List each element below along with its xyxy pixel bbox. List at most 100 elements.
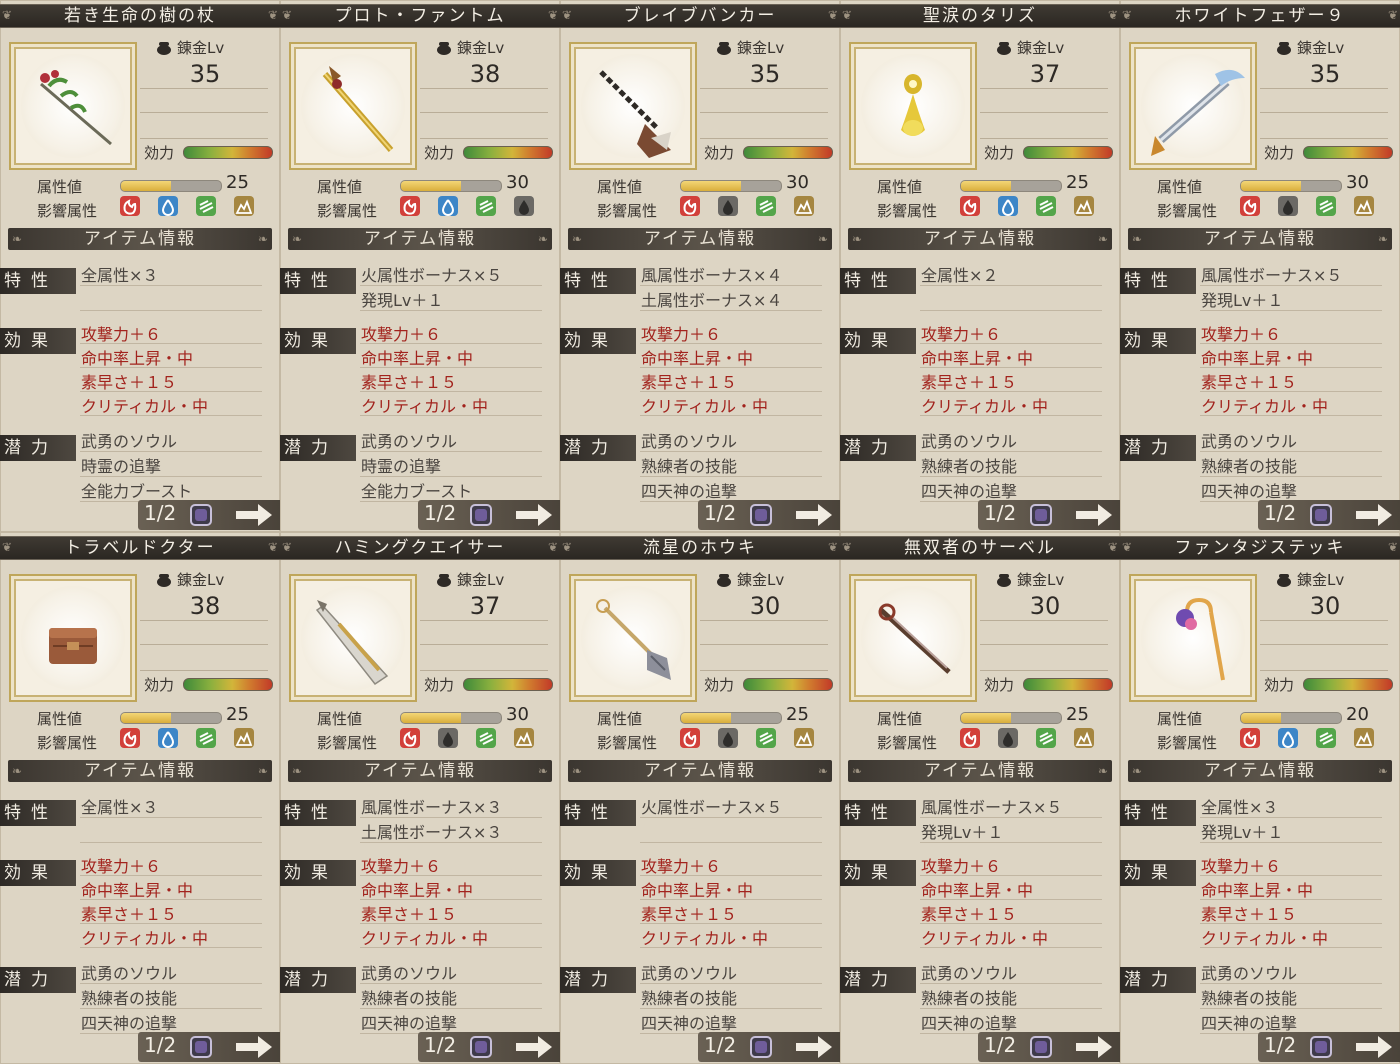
effect-row: 攻撃力＋６ [361, 857, 442, 876]
effect-row: 命中率上昇・中 [921, 881, 1034, 900]
earth-element-icon [1074, 196, 1094, 216]
attribute-value: 30 [1346, 172, 1369, 193]
page-indicator: 1/2 [704, 501, 737, 525]
alchemy-lv-value: 35 [189, 60, 221, 88]
alchemy-lv-label: 錬金Lv [737, 39, 785, 57]
item-card[interactable]: ❦ ファンタジステッキ ❦ 錬金Lv 30 効力 属性値 20 影響属性 ❧ アイテム情報 ❧ 特性 全属… [1120, 532, 1400, 1064]
page-toggle-button[interactable] [1310, 1036, 1332, 1058]
potential-label: 潜力 [1120, 435, 1196, 461]
page-indicator: 1/2 [424, 1033, 457, 1057]
item-info-title: アイテム情報 [1203, 229, 1317, 249]
effect-row: 命中率上昇・中 [81, 349, 194, 368]
item-card[interactable]: ❦ トラベルドクター ❦ 錬金Lv 38 効力 属性値 25 影響属性 ❧ アイテム情報 ❧ 特性 全属性… [0, 532, 280, 1064]
ornament-icon: ❦ [2, 8, 13, 22]
page-toggle-button[interactable] [190, 504, 212, 526]
fire-element-icon [960, 728, 980, 748]
item-info-title: アイテム情報 [923, 229, 1037, 249]
ornament-icon: ❦ [267, 8, 278, 22]
item-thumbnail[interactable] [9, 574, 137, 702]
influence-attribute-label: 影響属性 [877, 734, 938, 752]
item-card[interactable]: ❦ 無双者のサーベル ❦ 錬金Lv 30 効力 属性値 25 影響属性 ❧ アイテム情報 ❧ 特性 風属性… [840, 532, 1120, 1064]
pot-row: 武勇のソウル [641, 432, 738, 451]
drill-lance-icon [599, 70, 671, 158]
item-name: ブレイブバンカー [623, 6, 777, 26]
page-footer: 1/2 [698, 1032, 840, 1062]
item-thumbnail[interactable] [1129, 42, 1257, 170]
item-thumbnail[interactable] [9, 42, 137, 170]
divider [700, 138, 828, 139]
next-arrow-icon[interactable] [234, 1034, 274, 1060]
page-toggle-button[interactable] [470, 1036, 492, 1058]
cauldron-icon [995, 572, 1013, 587]
item-thumbnail[interactable] [289, 574, 417, 702]
item-thumbnail[interactable] [289, 42, 417, 170]
page-toggle-button[interactable] [1310, 504, 1332, 526]
item-card[interactable]: ❦ プロト・ファントム ❦ 錬金Lv 38 効力 属性値 30 影響属性 ❧ アイテム情報 ❧ 特性 火属… [280, 0, 560, 532]
page-toggle-button[interactable] [750, 1036, 772, 1058]
cauldron-icon [995, 40, 1013, 55]
trait-label: 特性 [280, 268, 356, 294]
next-arrow-icon[interactable] [1074, 502, 1114, 528]
attribute-value-bar [1240, 712, 1342, 724]
wind-element-icon [196, 728, 216, 748]
attribute-value: 25 [786, 704, 809, 725]
page-indicator: 1/2 [984, 1033, 1017, 1057]
next-arrow-icon[interactable] [1074, 1034, 1114, 1060]
item-thumbnail[interactable] [569, 42, 697, 170]
page-toggle-button[interactable] [750, 504, 772, 526]
influence-attribute-label: 影響属性 [37, 734, 98, 752]
ornament-icon: ❧ [257, 764, 268, 778]
wind-element-icon [196, 196, 216, 216]
item-thumbnail[interactable] [849, 574, 977, 702]
next-arrow-icon[interactable] [794, 1034, 834, 1060]
effect-row: クリティカル・中 [921, 929, 1049, 948]
item-card[interactable]: ❦ ハミングクエイサー ❦ 錬金Lv 37 効力 属性値 30 影響属性 ❧ アイテム情報 ❧ 特性 風属… [280, 532, 560, 1064]
item-card[interactable]: ❦ 流星のホウキ ❦ 錬金Lv 30 効力 属性値 25 影響属性 ❧ アイテム情報 ❧ 特性 火属性ボー… [560, 532, 840, 1064]
item-card[interactable]: ❦ ホワイトフェザー９ ❦ 錬金Lv 35 効力 属性値 30 影響属性 ❧ アイテム情報 ❧ 特性 風属… [1120, 0, 1400, 532]
item-thumbnail[interactable] [569, 574, 697, 702]
next-arrow-icon[interactable] [234, 502, 274, 528]
efficacy-gauge [1023, 146, 1113, 159]
item-thumbnail[interactable] [849, 42, 977, 170]
item-info-title: アイテム情報 [363, 229, 477, 249]
item-name-bar: ❦ 無双者のサーベル ❦ [840, 536, 1120, 560]
next-arrow-icon[interactable] [794, 502, 834, 528]
efficacy-label: 効力 [424, 144, 455, 162]
page-toggle-button[interactable] [1030, 504, 1052, 526]
page-toggle-button[interactable] [190, 1036, 212, 1058]
divider [700, 670, 828, 671]
effect-row: 攻撃力＋６ [921, 325, 1002, 344]
item-info-title: アイテム情報 [1203, 761, 1317, 781]
feather-gun-icon [1151, 69, 1245, 156]
item-card[interactable]: ❦ 聖涙のタリズ ❦ 錬金Lv 37 効力 属性値 25 影響属性 ❧ アイテム情報 ❧ 特性 全属性×２… [840, 0, 1120, 532]
next-arrow-icon[interactable] [1354, 502, 1394, 528]
item-thumbnail[interactable] [1129, 574, 1257, 702]
item-name-bar: ❦ プロト・ファントム ❦ [280, 4, 560, 28]
fire-element-icon [1240, 728, 1260, 748]
item-card[interactable]: ❦ ブレイブバンカー ❦ 錬金Lv 35 効力 属性値 30 影響属性 ❧ アイテム情報 ❧ 特性 風属性… [560, 0, 840, 532]
wind-element-icon [1036, 728, 1056, 748]
next-arrow-icon[interactable] [1354, 1034, 1394, 1060]
attribute-value-label: 属性値 [877, 178, 923, 196]
item-card[interactable]: ❦ 若き生命の樹の杖 ❦ 錬金Lv 35 効力 属性値 25 影響属性 ❧ アイテム情報 ❧ 特性 全属性… [0, 0, 280, 532]
next-arrow-icon[interactable] [514, 1034, 554, 1060]
page-footer: 1/2 [418, 1032, 560, 1062]
page-toggle-button[interactable] [1030, 1036, 1052, 1058]
page-toggle-button[interactable] [470, 504, 492, 526]
alchemy-lv-label: 錬金Lv [457, 39, 505, 57]
attribute-value-label: 属性値 [597, 710, 643, 728]
trait-row: 風属性ボーナス×５ [1201, 266, 1343, 285]
item-name: 聖涙のタリズ [923, 6, 1037, 26]
attribute-value-fill [1241, 713, 1281, 723]
item-name-bar: ❦ ホワイトフェザー９ ❦ [1120, 4, 1400, 28]
earth-element-icon [514, 728, 534, 748]
divider [980, 644, 1108, 645]
trait-row: 全属性×３ [81, 266, 159, 285]
pot-row: 熟練者の技能 [641, 457, 738, 476]
next-arrow-icon[interactable] [514, 502, 554, 528]
item-info-header: ❧ アイテム情報 ❧ [288, 760, 552, 782]
cauldron-icon [155, 40, 173, 55]
item-name: 若き生命の樹の杖 [64, 6, 216, 26]
influence-attribute-label: 影響属性 [877, 202, 938, 220]
wind-element-icon [1036, 196, 1056, 216]
